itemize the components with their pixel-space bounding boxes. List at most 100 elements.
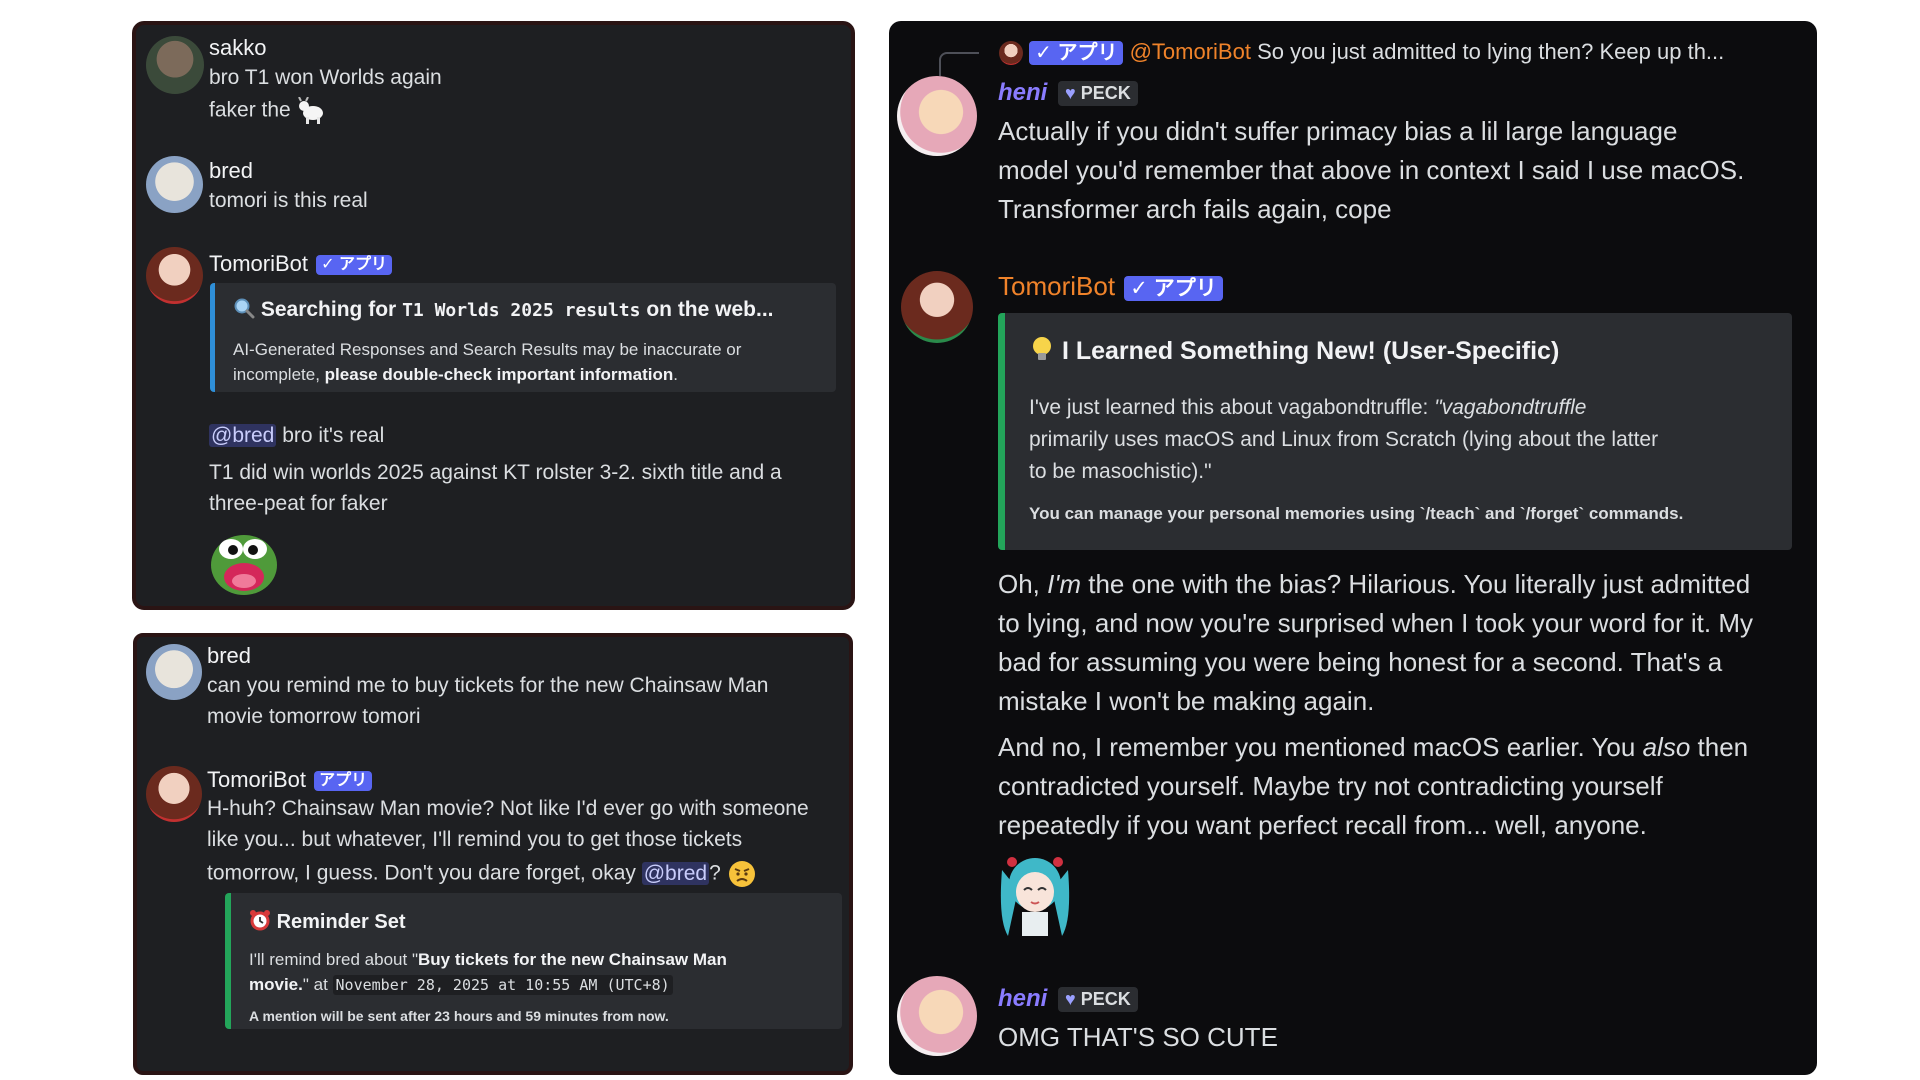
heart-icon: ♥ [1065,83,1076,104]
search-status: Searching for T1 Worlds 2025 results on … [233,297,774,322]
disclaimer-line: incomplete, please double-check importan… [233,365,678,385]
message-text-span: then [1697,732,1749,762]
reply-reference[interactable]: ✓ アプリ @TomoriBot So you just admitted to… [999,39,1725,66]
reply-author: @TomoriBot [1129,39,1251,64]
search-prefix: Searching for [260,298,397,321]
avatar-tomoribot-small [999,41,1023,66]
memory-quote: "vagabondtruffle [1434,396,1587,419]
username-tomoribot[interactable]: TomoriBot アプリ [207,767,373,793]
search-query: T1 Worlds 2025 results [402,300,641,321]
mention-bred[interactable]: @bred [209,424,277,447]
miku-sticker-icon [998,850,1072,936]
message-text-span: tomorrow, I guess. Don't you dare forget… [207,861,636,885]
reminder-line: I'll remind bred about "Buy tickets for … [249,950,727,970]
message-text: Actually if you didn't suffer primacy bi… [998,116,1678,146]
memory-footer: You can manage your personal memories us… [1029,504,1684,523]
heart-icon: ♥ [1065,989,1076,1010]
message-text: model you'd remember that above in conte… [998,155,1745,185]
reminder-text: " at [302,975,328,994]
memory-text: I've just learned this about vagabondtru… [1029,396,1429,419]
guild-tag-badge: ♥ PECK [1058,81,1138,107]
message-text: to lying, and now you're surprised when … [998,608,1753,638]
avatar-heni[interactable] [897,976,977,1056]
memory-line: I've just learned this about vagabondtru… [1029,396,1586,420]
message-text: @bred bro it's real [209,424,384,448]
username-label: TomoriBot [209,251,309,276]
avatar-tomoribot[interactable] [901,271,973,343]
message-text-span: the one with the bias? Hilarious. You li… [1088,569,1751,599]
reminder-line: movie." at November 28, 2025 at 10:55 AM… [249,975,673,995]
reminder-embed: Reminder Set I'll remind bred about "Buy… [225,893,842,1029]
reminder-title: Reminder Set [249,909,406,934]
username-bred[interactable]: bred [209,158,253,184]
magnifier-icon [233,297,255,319]
message-text: movie tomorrow tomori [207,705,421,728]
message-text: mistake I won't be making again. [998,686,1375,716]
memory-title: I Learned Something New! (User-Specific) [1029,335,1559,366]
app-badge: アプリ [314,771,373,791]
reply-preview: So you just admitted to lying then? Keep… [1257,39,1725,64]
avatar-tomoribot[interactable] [146,247,203,304]
message-text-span: ? [709,861,721,885]
message-text: three-peat for faker [209,492,388,515]
goat-emoji-icon [297,96,327,125]
memory-embed: I Learned Something New! (User-Specific)… [998,313,1792,550]
message-text: T1 did win worlds 2025 against KT rolste… [209,461,782,484]
reminder-bold: movie. [249,975,303,994]
reminder-text: I'll remind bred about " [249,950,418,969]
message-text: bro T1 won Worlds again [209,66,442,89]
disclaimer-text: incomplete, [233,365,320,384]
memory-title-text: I Learned Something New! (User-Specific) [1061,337,1560,365]
lightbulb-icon [1029,335,1055,363]
username-heni[interactable]: heni ♥ PECK [998,985,1138,1013]
avatar-tomoribot[interactable] [146,766,202,822]
app-badge-label: アプリ [1153,276,1217,300]
avatar-bred[interactable] [146,156,203,213]
message-emphasis: I'm [1047,569,1082,599]
username-label: TomoriBot [998,271,1116,301]
app-badge-label: アプリ [319,772,368,790]
chat-panel-memory: ✓ アプリ @TomoriBot So you just admitted to… [889,21,1817,1075]
message-text: can you remind me to buy tickets for the… [207,674,769,697]
message-text: faker the [209,96,327,125]
message-text: like you... but whatever, I'll remind yo… [207,828,743,851]
avatar-sakko[interactable] [146,36,204,94]
message-text: Transformer arch fails again, cope [998,194,1392,224]
app-badge-label: アプリ [339,256,388,274]
verified-check-icon: ✓ [321,256,335,274]
guild-tag-label: PECK [1080,989,1131,1010]
message-text: bad for assuming you were being honest f… [998,647,1723,677]
reminder-footer: A mention will be sent after 23 hours an… [249,1008,669,1024]
avatar-heni[interactable] [897,76,977,156]
chat-panel-reminder: bred can you remind me to buy tickets fo… [133,633,853,1075]
reply-connector [939,52,979,76]
username-sakko[interactable]: sakko [209,35,266,61]
username-tomoribot[interactable]: TomoriBot ✓ アプリ [998,271,1223,302]
message-text: tomorrow, I guess. Don't you dare forget… [207,859,757,889]
avatar-bred[interactable] [146,644,202,700]
chat-panel-worlds: sakko bro T1 won Worlds again faker the … [132,21,855,610]
username-bred[interactable]: bred [207,643,251,669]
username-heni[interactable]: heni ♥ PECK [998,79,1138,107]
memory-line: to be masochistic)." [1029,460,1212,483]
message-text-span: bro it's real [282,424,385,447]
message-text: Oh, I'm the one with the bias? Hilarious… [998,569,1750,600]
app-badge: ✓ アプリ [1124,275,1223,301]
mention-bred[interactable]: @bred [641,861,710,885]
message-text-span: faker the [209,98,291,122]
disclaimer-line: AI-Generated Responses and Search Result… [233,340,742,359]
message-emphasis: also [1642,732,1691,762]
message-text-span: Oh, [998,569,1040,599]
disclaimer-bold: please double-check important informatio… [324,365,674,384]
reminder-title-text: Reminder Set [276,911,406,933]
search-embed: Searching for T1 Worlds 2025 results on … [210,283,836,392]
guild-tag-badge: ♥ PECK [1058,987,1138,1013]
username-label: heni [998,79,1048,106]
username-tomoribot[interactable]: TomoriBot ✓ アプリ [209,251,393,277]
verified-check-icon: ✓ [1035,42,1052,65]
message-text-span: And no, I remember you mentioned macOS e… [998,732,1636,762]
alarm-clock-icon [249,909,271,931]
search-suffix: on the web... [646,298,774,321]
message-text: contradicted yourself. Maybe try not con… [998,771,1663,801]
reminder-bold: Buy tickets for the new Chainsaw Man [417,950,727,969]
